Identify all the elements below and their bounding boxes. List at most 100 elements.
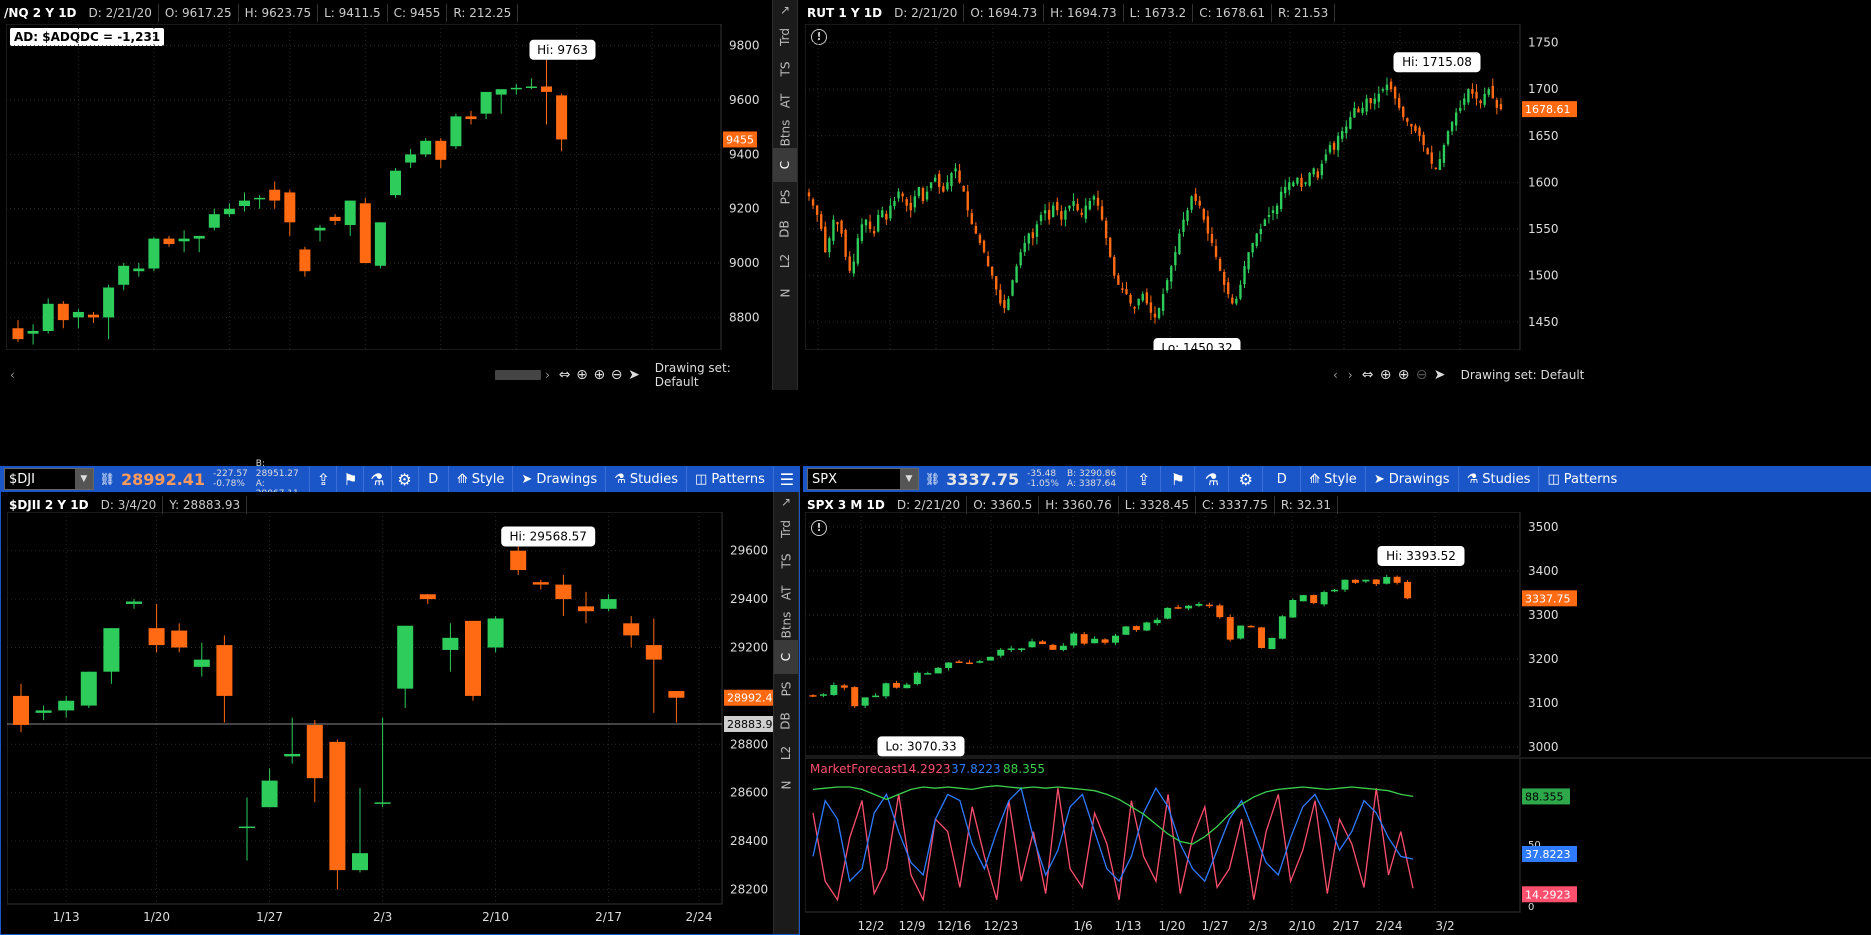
nq-side-rail: Trd TS AT Btns C PS DB L2 N ↗ [772,0,798,390]
rail-item-at[interactable]: AT [774,576,798,610]
cursor-icon[interactable]: ➤ [625,366,642,384]
rail-item-c[interactable]: C [774,640,798,674]
rail-item-db[interactable]: DB [774,704,798,738]
style-button[interactable]: ⟰ Style [1300,466,1365,492]
candle [556,95,568,140]
candle [1137,298,1140,306]
rail-item-btns[interactable]: Btns [773,116,797,150]
period-selector[interactable]: D [417,466,448,492]
rail-item-ps[interactable]: PS [773,180,797,214]
patterns-button[interactable]: ◫ Patterns [1538,466,1625,492]
patterns-button[interactable]: ◫ Patterns [686,466,773,492]
candle [819,694,827,696]
spx-chart[interactable]: 3500 3400 3300 3200 3100 3000 12/2 12/9 12/16 12/… [805,512,1871,935]
drawings-button[interactable]: ➤ Drawings [512,466,605,492]
chart-title[interactable]: /NQ 2 Y 1D [0,6,83,20]
zoom-out-icon[interactable]: ⊖ [1413,366,1431,384]
scroll-right-icon[interactable]: › [1348,368,1353,382]
studies-button[interactable]: ⚗ Studies [1457,466,1539,492]
style-button[interactable]: ⟰ Style [447,466,513,492]
expand-icon[interactable]: ⇔ [556,366,573,384]
panel-nq: /NQ 2 Y 1D D: 2/21/20 O: 9617.25 H: 9623… [0,0,800,390]
net-change: -227.57 -0.78% [213,469,248,489]
zoom-in-icon[interactable]: ⊕ [1395,366,1413,384]
dji-chart[interactable]: 29600 29400 29200 28800 28600 28400 28200 1/13 1… [7,512,775,932]
candle [1059,645,1067,650]
rail-item-l2[interactable]: L2 [774,736,798,770]
candle [1084,205,1087,219]
scroll-right-icon[interactable]: › [545,368,550,382]
crosshair-icon[interactable]: ⊕ [573,366,590,384]
zoom-in-icon[interactable]: ⊕ [591,366,608,384]
flask-icon[interactable]: ⚗ [363,466,390,492]
rail-item-at[interactable]: AT [773,84,797,118]
rail-item-n[interactable]: N [773,276,797,310]
drawings-button[interactable]: ➤ Drawings [1364,466,1458,492]
bar-open: O: 9617.25 [159,4,239,22]
rail-item-label: Trd [778,28,792,46]
rail-item-ts[interactable]: TS [773,52,797,86]
candle [1357,108,1360,113]
scroll-left-icon[interactable]: ‹ [10,368,15,382]
chart-title[interactable]: $DJII 2 Y 1D [1,498,95,512]
period-selector[interactable]: D [1262,466,1300,492]
rail-item-trd[interactable]: Trd [773,20,797,54]
candle [1336,135,1340,151]
candle [1393,86,1397,99]
candle [1296,177,1299,184]
expand-icon[interactable]: ⇔ [1359,366,1377,384]
chart-type-icon[interactable]: ↗ [773,0,797,20]
symbol-selector[interactable]: SPX ▼ [807,468,919,490]
rail-item-ts[interactable]: TS [774,544,798,578]
gear-icon[interactable]: ⚙ [390,466,418,492]
candle [1122,626,1130,635]
share-icon[interactable]: ⇪ [1126,466,1160,492]
drawing-set[interactable]: Drawing set: Default [1461,368,1585,382]
flask-icon[interactable]: ⚗ [1194,466,1228,492]
x-tick-label: 1/13 [53,910,80,924]
rail-item-btns[interactable]: Btns [774,608,798,642]
chart-title[interactable]: SPX 3 M 1D [803,498,891,512]
candle [42,303,54,331]
rail-item-n[interactable]: N [774,768,798,802]
nq-chart[interactable]: 9800960094009200900088001/61/131/201/272… [6,24,774,350]
rail-item-db[interactable]: DB [773,212,797,246]
rail-item-trd[interactable]: Trd [774,512,798,546]
rail-item-label: PS [777,189,792,205]
chevron-down-icon[interactable]: ▼ [900,469,918,489]
candle [830,685,838,695]
share-icon[interactable]: ⇪ [309,466,336,492]
candle [1227,282,1230,295]
rail-item-l2[interactable]: L2 [773,244,797,278]
zoom-out-icon[interactable]: ⊖ [608,366,625,384]
rail-item-c[interactable]: C [773,148,797,182]
chart-type-icon[interactable]: ↗ [774,492,798,512]
crosshair-icon[interactable]: ⊕ [1377,366,1395,384]
candle [1186,210,1189,221]
candle [848,256,851,271]
x-tick-label: 12/23 [984,919,1019,933]
bar-low: L: 9411.5 [318,4,388,22]
alert-icon[interactable]: ⚑ [1160,466,1194,492]
rut-chart[interactable]: 1750170016501600155015001450MarAprMayJun… [805,24,1871,350]
link-icon[interactable]: ⛓ [100,472,115,486]
candle [1190,196,1193,210]
y-tick-label: 3100 [1528,696,1559,710]
rail-item-ps[interactable]: PS [774,672,798,706]
candle [938,173,941,187]
scrollbar[interactable] [494,370,542,380]
alert-icon[interactable]: ⚑ [336,466,363,492]
symbol-selector[interactable]: $DJI ▼ [4,468,94,490]
chart-title[interactable]: RUT 1 Y 1D [803,6,888,20]
gear-icon[interactable]: ⚙ [1228,466,1262,492]
candle [239,200,250,207]
drawing-set[interactable]: Drawing set: Default [655,361,774,389]
link-icon[interactable]: ⛓ [925,472,940,486]
candle [1239,284,1242,299]
menu-icon[interactable]: ☰ [772,466,800,492]
studies-button[interactable]: ⚗ Studies [605,466,686,492]
scroll-left-icon[interactable]: ‹ [1333,368,1338,382]
candle [1125,289,1128,295]
chevron-down-icon[interactable]: ▼ [74,469,93,489]
cursor-icon[interactable]: ➤ [1431,366,1449,384]
